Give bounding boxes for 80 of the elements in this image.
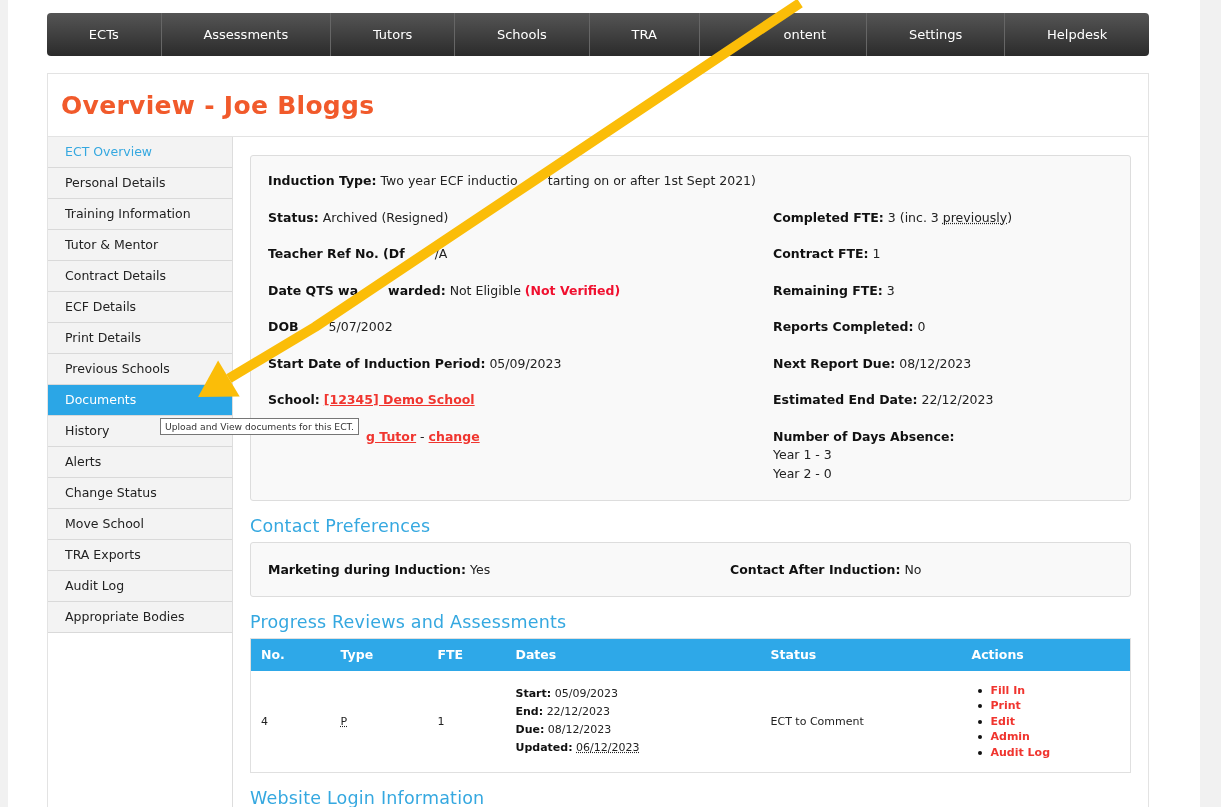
field-value: -: [420, 428, 425, 445]
sidebar-item[interactable]: Alerts: [48, 447, 232, 478]
field-value: 05/09/2023: [489, 355, 562, 372]
sidebar-item[interactable]: TRA Exports: [48, 540, 232, 571]
nav-item[interactable]: Settings: [867, 13, 1006, 56]
field-value: 5/07/2002: [328, 319, 393, 335]
link[interactable]: [12345] Demo School: [323, 392, 475, 408]
table-cell: P: [340, 714, 348, 728]
field-label: Status:: [268, 209, 319, 226]
column-header: Dates: [505, 638, 761, 671]
nav-item[interactable]: Helpdesk: [1005, 13, 1149, 56]
link[interactable]: change: [428, 428, 480, 445]
section-heading: Progress Reviews and Assessments: [250, 611, 568, 632]
field-value: Two year ECF inductio: [380, 173, 518, 189]
field-label: Teacher Ref No. (Df: [268, 246, 405, 262]
sidebar-item[interactable]: Personal Details: [48, 168, 232, 199]
action-link[interactable]: Edit: [977, 713, 1015, 729]
field-label: Contract FTE:: [773, 246, 869, 262]
column-header: FTE: [427, 638, 506, 671]
nav-item[interactable]: Schools: [455, 13, 590, 56]
field-label: Date QTS wa: [268, 282, 359, 299]
column-header: Type: [330, 638, 428, 671]
action-link[interactable]: Admin: [977, 729, 1030, 745]
sidebar-item[interactable]: Tutor & Mentor: [48, 230, 232, 261]
field-label: Next Report Due:: [773, 355, 896, 372]
sidebar-item[interactable]: Training Information: [48, 199, 232, 230]
sidebar-item[interactable]: Appropriate Bodies: [48, 602, 232, 633]
column-header: Status: [760, 638, 962, 671]
sidebar-item[interactable]: Move School: [48, 509, 232, 540]
sidebar-item[interactable]: Print Details: [48, 323, 232, 354]
section-heading: Website Login Information: [250, 788, 486, 807]
action-link[interactable]: Print: [977, 698, 1021, 714]
field-value: 22/12/2023: [921, 392, 994, 408]
sidebar-item[interactable]: ECF Details: [48, 292, 232, 323]
table-cell: 1: [437, 714, 445, 728]
field-value: Not Eligible: [449, 282, 521, 299]
table-cell: ECT to Comment: [770, 714, 864, 728]
field-label: Number of Days Absence:: [773, 428, 956, 445]
field-value: Archived (Resigned): [322, 209, 449, 226]
action-link[interactable]: Fill In: [977, 682, 1026, 698]
sidebar-item[interactable]: Previous Schools: [48, 354, 232, 385]
field-value: 1: [872, 246, 881, 262]
field-label: School:: [268, 392, 320, 408]
section-heading: Contact Preferences: [250, 515, 432, 536]
info-field: Marketing during Induction: Yes: [268, 561, 730, 577]
field-label: Remaining FTE:: [773, 282, 883, 299]
action-link[interactable]: Audit Log: [977, 744, 1051, 760]
field-label: Start Date of Induction Period:: [268, 355, 486, 372]
page-title: Overview - Joe Bloggs: [61, 90, 375, 120]
nav-item[interactable]: TRA: [589, 13, 700, 56]
field-value: Year 1 - 3: [773, 445, 833, 464]
sidebar-item[interactable]: Contract Details: [48, 261, 232, 292]
link[interactable]: g Tutor: [366, 428, 417, 445]
column-header: Actions: [961, 638, 1131, 671]
info-field: Contact After Induction: No: [730, 561, 1113, 577]
field-value: Completed FTE: 3 (inc. 3 previously): [773, 209, 1014, 226]
field-value: 08/12/2023: [899, 355, 972, 372]
nav-item[interactable]: Tutors: [331, 13, 456, 56]
date-line: Updated: 06/12/2023: [515, 740, 641, 757]
field-label: Induction Type:: [268, 173, 377, 189]
field-value: Year 2 - 0: [773, 464, 833, 483]
date-line: Due: 08/12/2023: [515, 722, 613, 739]
field-label: warded:: [388, 282, 446, 299]
date-line: End: 22/12/2023: [515, 704, 612, 721]
sidebar-item[interactable]: Audit Log: [48, 571, 232, 602]
date-line: Start: 05/09/2023: [515, 686, 620, 703]
nav-item[interactable]: ECTs: [47, 13, 162, 56]
nav-item[interactable]: ontent: [699, 13, 868, 56]
column-header: No.: [250, 638, 331, 671]
table-cell: 4: [261, 714, 268, 728]
sidebar-item[interactable]: Change Status: [48, 478, 232, 509]
field-label: DOB: [268, 319, 299, 335]
field-value: 3: [886, 282, 895, 299]
warning-text: (Not Verified): [524, 282, 621, 299]
tooltip: Upload and View documents for this ECT.: [160, 418, 359, 435]
nav-item[interactable]: Assessments: [161, 13, 332, 56]
field-label: Reports Completed:: [773, 319, 914, 335]
field-label: Estimated End Date:: [773, 392, 918, 408]
field-value: tarting on or after 1st Sept 2021): [547, 173, 756, 189]
field-value: 0: [917, 319, 926, 335]
